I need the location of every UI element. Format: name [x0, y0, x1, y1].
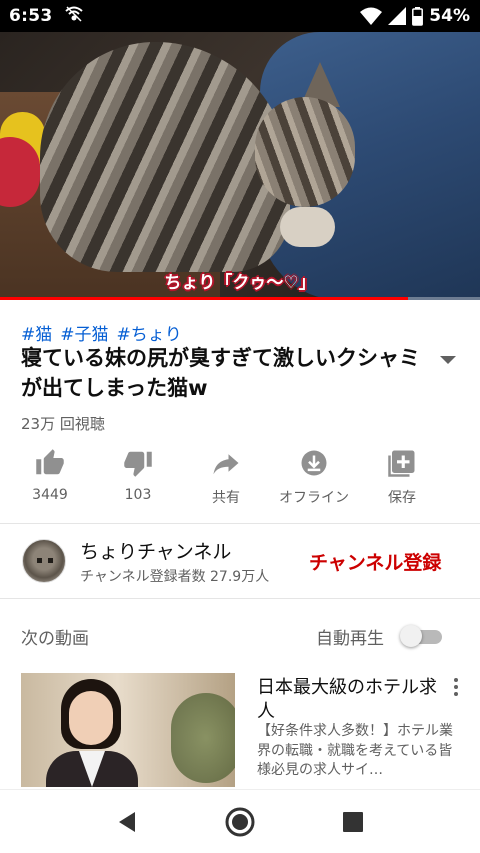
battery-icon [412, 6, 424, 26]
playlist-add-icon [387, 448, 417, 478]
expand-description-icon[interactable] [438, 352, 458, 366]
recommendation-title[interactable]: 日本最大級のホテル求人 [257, 676, 447, 724]
offline-label: オフライン [279, 490, 349, 506]
view-count: 23万 回視聴 [21, 415, 105, 433]
save-button[interactable]: 保存 [358, 448, 446, 514]
vpn-icon [64, 5, 84, 28]
video-progress-fill [0, 297, 408, 300]
share-icon [211, 448, 241, 478]
hashtag-row: #猫 #子猫 #ちょり [21, 320, 182, 345]
subscribe-button[interactable]: チャンネル登録 [309, 548, 441, 575]
dislike-button[interactable]: 103 [94, 448, 182, 514]
video-scene-cat-head [255, 97, 355, 207]
video-scene-cat-paw [280, 207, 335, 247]
divider [0, 598, 480, 599]
channel-name[interactable]: ちょりチャンネル [80, 537, 231, 564]
channel-subscriber-count: チャンネル登録者数 27.9万人 [80, 569, 270, 585]
video-progress-bar[interactable] [0, 297, 480, 300]
status-time: 6:53 [9, 6, 53, 26]
thumbs-down-icon [123, 448, 153, 478]
download-icon [299, 448, 329, 478]
save-label: 保存 [388, 490, 416, 506]
recommendation-description: 【好条件求人多数！】ホテル業界の転職・就職を考えている皆様必見の求人サイ… [257, 723, 453, 778]
thumbnail-scene-face [69, 691, 113, 745]
hashtag-link[interactable]: #ちょり [117, 320, 182, 345]
video-caption: ちょり「クゥ〜♡」 [164, 273, 316, 293]
autoplay-label: 自動再生 [316, 629, 384, 649]
more-options-icon[interactable] [448, 676, 464, 698]
like-count: 3449 [32, 487, 68, 503]
toggle-knob [400, 625, 422, 647]
offline-button[interactable]: オフライン [270, 448, 358, 514]
signal-icon [388, 7, 407, 25]
thumbs-up-icon [35, 448, 65, 478]
share-button[interactable]: 共有 [182, 448, 270, 514]
back-icon[interactable] [107, 802, 147, 842]
video-scene-cat [40, 42, 290, 272]
recents-icon[interactable] [333, 802, 373, 842]
system-nav-bar [0, 789, 480, 853]
status-bar: 6:53 54% [0, 0, 480, 32]
hashtag-link[interactable]: #子猫 [60, 320, 108, 345]
home-icon[interactable] [220, 802, 260, 842]
autoplay-toggle[interactable] [400, 625, 444, 647]
recommendation-thumbnail[interactable] [21, 673, 235, 787]
channel-avatar[interactable] [22, 539, 66, 583]
up-next-heading: 次の動画 [21, 629, 89, 649]
hashtag-link[interactable]: #猫 [21, 320, 52, 345]
wifi-icon [360, 7, 383, 25]
video-title[interactable]: 寝ている妹の尻が臭すぎて激しいクシャミが出てしまった猫w [21, 343, 431, 403]
battery-percentage: 54% [429, 6, 470, 26]
action-bar: 3449 103 共有 オフライン 保存 [0, 448, 480, 514]
like-button[interactable]: 3449 [6, 448, 94, 514]
share-label: 共有 [212, 490, 240, 506]
video-player[interactable]: ちょり「クゥ〜♡」 [0, 32, 480, 300]
thumbnail-scene-plant [171, 693, 235, 783]
divider [0, 523, 480, 524]
dislike-count: 103 [124, 487, 152, 503]
